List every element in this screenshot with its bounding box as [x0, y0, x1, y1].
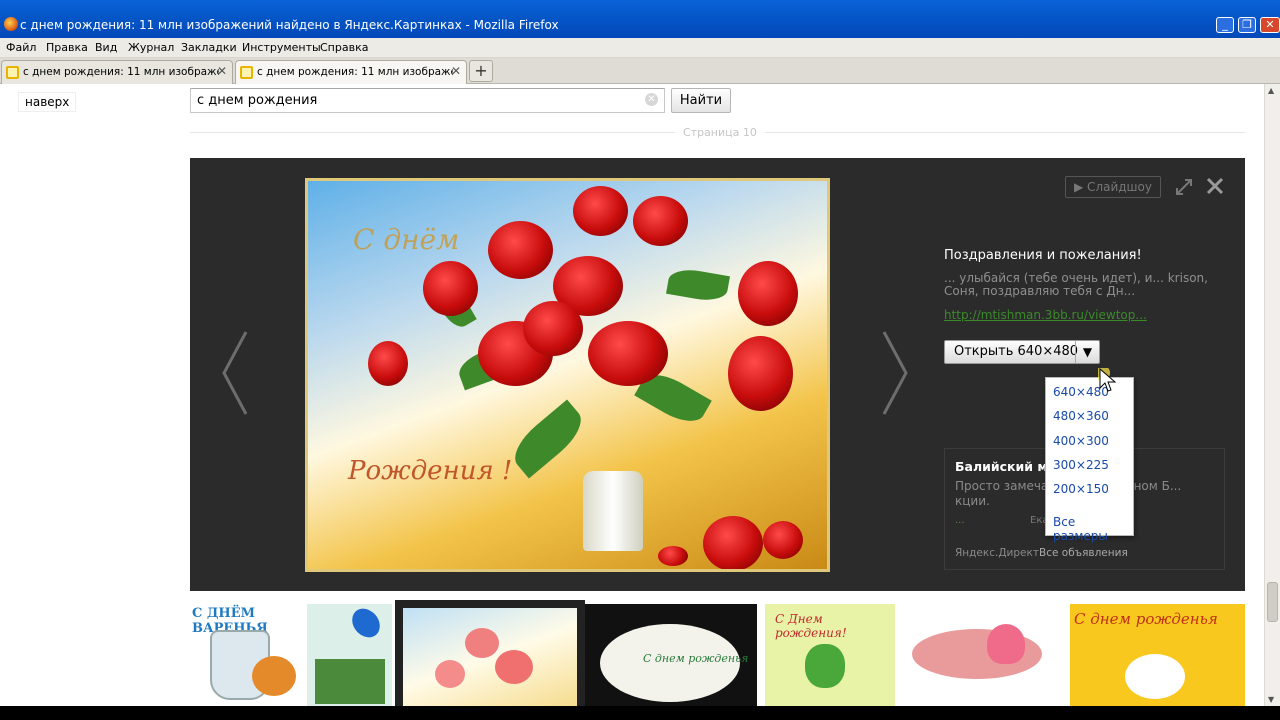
- tab-strip: с днем рождения: 11 млн изображений ... …: [0, 58, 1280, 84]
- scrollbar-thumb[interactable]: [1267, 582, 1278, 622]
- open-image-button[interactable]: Открыть 640×480 ▼: [944, 340, 1100, 364]
- scroll-down-icon[interactable]: ▼: [1268, 695, 1274, 704]
- close-viewer-icon[interactable]: [1206, 177, 1224, 195]
- window-titlebar: с днем рождения: 11 млн изображений найд…: [0, 0, 1280, 38]
- window-title: с днем рождения: 11 млн изображений найд…: [20, 18, 559, 32]
- menu-bookmarks[interactable]: Закладки: [181, 41, 237, 54]
- ad-meta: ...: [955, 515, 965, 526]
- thumbnail-strip: С ДНЁМ ВАРЕНЬЯ С днем рожденья С Днем ро…: [190, 600, 1245, 706]
- fullscreen-icon[interactable]: [1175, 178, 1193, 196]
- menu-file[interactable]: Файл: [6, 41, 36, 54]
- tab-label: с днем рождения: 11 млн изображений ...: [23, 66, 219, 78]
- next-image-arrow-icon[interactable]: [880, 328, 910, 418]
- size-dropdown-menu: 640×480 480×360 400×300 300×225 200×150 …: [1045, 377, 1134, 543]
- thumbnail[interactable]: [902, 604, 1062, 706]
- bottom-edge: [0, 706, 1280, 720]
- menu-edit[interactable]: Правка: [46, 41, 88, 54]
- page-scrollbar[interactable]: ▲ ▼: [1264, 84, 1280, 706]
- image-caption-bottom: Рождения !: [348, 456, 513, 486]
- new-tab-button[interactable]: +: [469, 60, 493, 82]
- mouse-cursor-icon: [1098, 368, 1117, 392]
- size-option-200x150[interactable]: 200×150: [1053, 482, 1109, 496]
- size-option-480x360[interactable]: 480×360: [1053, 409, 1109, 423]
- image-caption-top: С днём: [353, 223, 460, 256]
- tab-close-icon[interactable]: ✕: [451, 64, 461, 78]
- menu-help[interactable]: Справка: [320, 41, 368, 54]
- minimize-button[interactable]: _: [1216, 17, 1234, 33]
- yandex-direct-link[interactable]: Яндекс.Директ: [955, 547, 1039, 559]
- firefox-icon: [4, 17, 18, 31]
- thumbnail-selected[interactable]: [395, 600, 585, 706]
- size-dropdown-arrow-icon[interactable]: ▼: [1075, 341, 1099, 363]
- prev-image-arrow-icon[interactable]: [220, 328, 250, 418]
- find-button[interactable]: Найти: [671, 88, 731, 113]
- slideshow-button[interactable]: ▶ Слайдшоу: [1065, 176, 1161, 198]
- tab-label: с днем рождения: 11 млн изображений ...: [257, 66, 453, 78]
- thumbnail[interactable]: [307, 604, 392, 706]
- to-top-link[interactable]: наверх: [18, 92, 77, 112]
- size-option-300x225[interactable]: 300×225: [1053, 458, 1109, 472]
- thumbnail[interactable]: С Днем рождения!: [765, 604, 895, 706]
- menu-history[interactable]: Журнал: [128, 41, 174, 54]
- menu-view[interactable]: Вид: [95, 41, 117, 54]
- search-box: ✕: [190, 88, 665, 113]
- tab-2[interactable]: с днем рождения: 11 млн изображений ... …: [235, 60, 467, 84]
- menu-tools[interactable]: Инструменты: [242, 41, 321, 54]
- size-option-400x300[interactable]: 400×300: [1053, 434, 1109, 448]
- main-image[interactable]: С днём Рождения !: [305, 178, 830, 572]
- all-sizes-link[interactable]: Все размеры: [1053, 515, 1133, 543]
- thumbnail[interactable]: С днем рожденья: [585, 604, 757, 706]
- thumbnail-caption: С Днем рождения!: [775, 612, 847, 640]
- maximize-button[interactable]: ❐: [1238, 17, 1256, 33]
- image-info-title: Поздравления и пожелания!: [944, 248, 1142, 263]
- thumbnail-caption: С днем рожденья: [1074, 610, 1218, 628]
- page-number: Страница 10: [675, 126, 765, 139]
- open-image-label: Открыть 640×480: [954, 344, 1079, 359]
- scroll-up-icon[interactable]: ▲: [1268, 86, 1274, 95]
- tab-1[interactable]: с днем рождения: 11 млн изображений ... …: [1, 60, 233, 84]
- close-window-button[interactable]: ✕: [1260, 17, 1280, 33]
- yandex-favicon-icon: [240, 66, 253, 79]
- yandex-favicon-icon: [6, 66, 19, 79]
- search-input[interactable]: [191, 89, 631, 112]
- clear-search-icon[interactable]: ✕: [645, 93, 658, 106]
- thumbnail[interactable]: С ДНЁМ ВАРЕНЬЯ: [190, 604, 305, 706]
- tab-close-icon[interactable]: ✕: [217, 64, 227, 78]
- all-ads-link[interactable]: Все объявления: [1039, 547, 1128, 559]
- thumbnail-caption: С днем рожденья: [643, 652, 749, 665]
- image-source-link[interactable]: http://mtishman.3bb.ru/viewtop...: [944, 308, 1147, 322]
- menu-bar: Файл Правка Вид Журнал Закладки Инструме…: [0, 38, 1280, 58]
- thumbnail[interactable]: С днем рожденья: [1070, 604, 1245, 706]
- image-info-description: ... улыбайся (тебе очень идет), и... kri…: [944, 271, 1208, 298]
